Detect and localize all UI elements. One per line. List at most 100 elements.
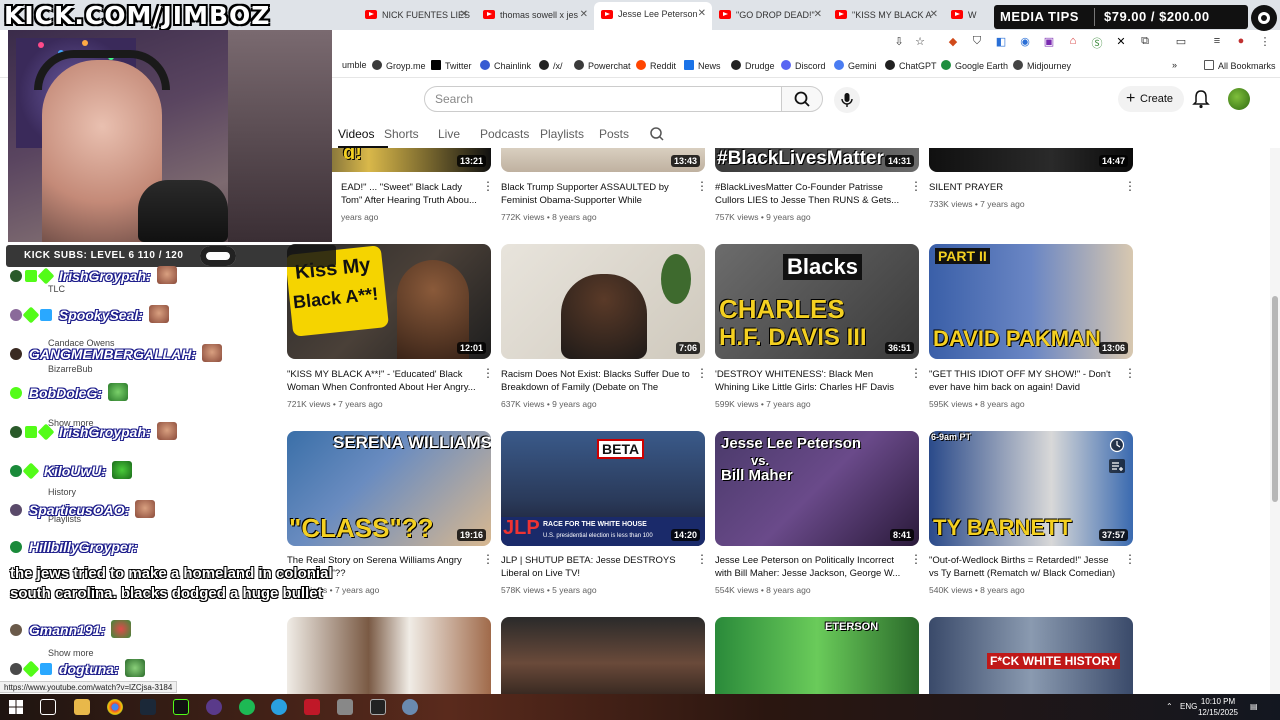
bookmark[interactable]: Groyp.me — [372, 60, 426, 71]
video-title[interactable]: SILENT PRAYER — [929, 181, 1119, 194]
tab-shorts[interactable]: Shorts — [384, 127, 419, 141]
chat-username[interactable]: IrishGroypah: — [59, 268, 151, 284]
app-icon[interactable] — [402, 699, 418, 715]
chat-username[interactable]: HillbillyGroyper: — [29, 539, 138, 555]
tab-posts[interactable]: Posts — [599, 127, 629, 141]
video-thumbnail[interactable] — [501, 617, 705, 694]
more-options-icon[interactable]: ⋮ — [482, 180, 494, 192]
video-thumbnail[interactable]: 6-9am PT TY BARNETT 37:57 — [929, 431, 1133, 546]
more-options-icon[interactable]: ⋮ — [1124, 367, 1136, 379]
obs-icon[interactable] — [206, 699, 222, 715]
bookmark[interactable]: Powerchat — [574, 60, 631, 71]
extension-icon[interactable]: ▣ — [1042, 35, 1056, 48]
video-thumbnail[interactable]: PART II DAVID PAKMAN 13:06 — [929, 244, 1133, 359]
more-options-icon[interactable]: ⋮ — [910, 180, 922, 192]
video-thumbnail[interactable]: 13:43 — [501, 148, 705, 172]
video-title[interactable]: "KISS MY BLACK A**!" - 'Educated' Black … — [287, 368, 477, 394]
bookmark[interactable]: Reddit — [636, 60, 676, 71]
video-thumbnail[interactable]: #BlackLivesMatter 14:31 — [715, 148, 919, 172]
video-thumbnail[interactable]: 14:47 — [929, 148, 1133, 172]
more-options-icon[interactable]: ⋮ — [482, 367, 494, 379]
bookmark[interactable]: /x/ — [539, 60, 563, 71]
video-thumbnail[interactable]: Blacks CHARLES H.F. DAVIS III 36:51 — [715, 244, 919, 359]
browser-tab[interactable]: "KISS MY BLACK A ✕ — [828, 4, 944, 26]
channel-search-icon[interactable] — [649, 126, 665, 142]
extension-icon[interactable]: ⌂ — [1066, 35, 1080, 47]
bookmark[interactable]: Twitter — [431, 60, 472, 71]
chat-username[interactable]: SpookySeal: — [59, 307, 143, 323]
bookmark[interactable]: Google Earth — [941, 60, 1008, 71]
profile-icon[interactable]: ● — [1234, 35, 1248, 47]
steam-icon[interactable] — [140, 699, 156, 715]
more-options-icon[interactable]: ⋮ — [1124, 553, 1136, 565]
close-tab-icon[interactable]: ✕ — [930, 4, 938, 26]
all-bookmarks[interactable]: All Bookmarks — [1204, 60, 1276, 71]
chat-username[interactable]: KiloUwU: — [44, 463, 106, 479]
tab-playlists[interactable]: Playlists — [540, 127, 584, 141]
video-thumbnail[interactable]: ETERSON — [715, 617, 919, 694]
tab-live[interactable]: Live — [438, 127, 460, 141]
telegram-icon[interactable] — [271, 699, 287, 715]
chat-username[interactable]: SparticusOAO: — [29, 502, 129, 518]
bookmarks-overflow-icon[interactable]: » — [1172, 60, 1177, 70]
extension-icon[interactable]: ◉ — [1018, 35, 1032, 48]
video-title[interactable]: "Out-of-Wedlock Births = Retarded!" Jess… — [929, 554, 1119, 580]
more-options-icon[interactable]: ⋮ — [696, 553, 708, 565]
video-title[interactable]: #BlackLivesMatter Co-Founder Patrisse Cu… — [715, 181, 905, 207]
video-title[interactable]: "GET THIS IDIOT OFF MY SHOW!" - Don't ev… — [929, 368, 1119, 395]
bookmark[interactable]: umble — [342, 60, 367, 70]
more-options-icon[interactable]: ⋮ — [910, 367, 922, 379]
browser-tab[interactable]: W — [944, 4, 992, 26]
extension-icon[interactable]: Ⓢ — [1090, 35, 1104, 51]
browser-tab-active[interactable]: Jesse Lee Peterson ✕ — [594, 2, 712, 30]
video-title[interactable]: 'DESTROY WHITENESS': Black Men Whining L… — [715, 368, 905, 395]
app-icon[interactable] — [337, 699, 353, 715]
more-options-icon[interactable]: ⋮ — [696, 367, 708, 379]
bookmark[interactable]: News — [684, 60, 721, 71]
browser-tab[interactable]: NICK FUENTES LIES ✕ — [358, 4, 474, 26]
extensions-puzzle-icon[interactable]: ⧉ — [1138, 35, 1152, 48]
chrome-icon[interactable] — [107, 699, 123, 715]
metamask-extension-icon[interactable]: ◆ — [946, 35, 960, 48]
bookmark[interactable]: ChatGPT — [885, 60, 937, 71]
install-app-icon[interactable]: ⇩ — [892, 35, 906, 48]
video-title[interactable]: Racism Does Not Exist: Blacks Suffer Due… — [501, 368, 691, 395]
video-thumbnail[interactable]: SERENA WILLIAMS "CLASS"?? 19:16 — [287, 431, 491, 546]
notifications-bell-icon[interactable] — [1192, 89, 1210, 109]
video-thumbnail[interactable]: Jesse Lee Peterson vs. Bill Maher 8:41 — [715, 431, 919, 546]
notifications-icon[interactable]: ▤ — [1250, 702, 1258, 711]
browser-tab[interactable]: "GO DROP DEAD!" ✕ — [712, 4, 828, 26]
extension-icon[interactable]: ◧ — [994, 35, 1008, 48]
add-to-queue-icon[interactable] — [1109, 459, 1125, 473]
chat-username[interactable]: BobDoleG: — [29, 385, 102, 401]
more-options-icon[interactable]: ⋮ — [482, 553, 494, 565]
sidebar-show-more[interactable]: Show more — [48, 648, 94, 658]
app-icon[interactable] — [304, 699, 320, 715]
x-extension-icon[interactable]: ✕ — [1114, 35, 1128, 48]
chat-username[interactable]: GANGMEMBERGALLAH: — [29, 346, 196, 362]
bookmark[interactable]: Drudge — [731, 60, 775, 71]
chat-username[interactable]: IrishGroypah: — [59, 424, 151, 440]
task-view-icon[interactable] — [40, 699, 56, 715]
tab-videos[interactable]: Videos — [338, 127, 374, 141]
bookmark[interactable]: Gemini — [834, 60, 877, 71]
windows-start-icon[interactable] — [9, 700, 23, 714]
more-options-icon[interactable]: ⋮ — [1124, 180, 1136, 192]
sidebar-history[interactable]: History — [48, 487, 76, 497]
watch-later-icon[interactable] — [1109, 437, 1125, 453]
close-tab-icon[interactable]: ✕ — [460, 4, 468, 26]
bookmark[interactable]: Chainlink — [480, 60, 531, 71]
close-tab-icon[interactable]: ✕ — [814, 4, 822, 26]
bookmark[interactable]: Discord — [781, 60, 826, 71]
shield-extension-icon[interactable]: ⛉ — [970, 35, 984, 48]
video-title[interactable]: JLP | SHUTUP BETA: Jesse DESTROYS Libera… — [501, 554, 691, 580]
more-options-icon[interactable]: ⋮ — [910, 553, 922, 565]
voice-search-button[interactable] — [834, 87, 860, 113]
spotify-icon[interactable] — [239, 699, 255, 715]
scrollbar-thumb[interactable] — [1272, 296, 1278, 502]
video-thumbnail[interactable]: BETA JLP RACE FOR THE WHITE HOUSE U.S. p… — [501, 431, 705, 546]
chat-username[interactable]: dogtuna: — [59, 661, 119, 677]
close-tab-icon[interactable]: ✕ — [698, 2, 706, 26]
video-title[interactable]: Jesse Lee Peterson on Politically Incorr… — [715, 554, 905, 580]
video-title[interactable]: Black Trump Supporter ASSAULTED by Femin… — [501, 181, 691, 208]
